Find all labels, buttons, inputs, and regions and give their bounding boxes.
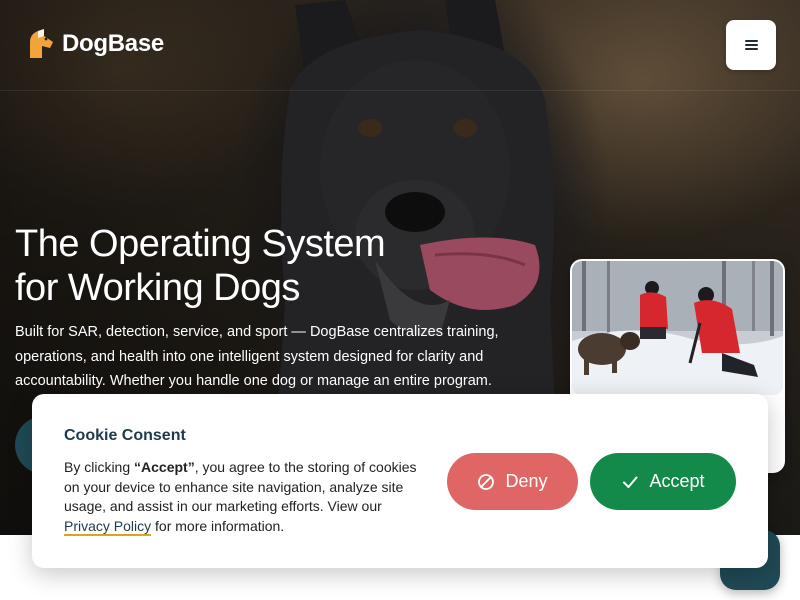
consent-text-suffix: for more information. <box>151 517 285 534</box>
check-icon <box>623 476 638 488</box>
cookie-consent-title: Cookie Consent <box>64 427 186 444</box>
ban-icon <box>478 473 495 490</box>
accept-button-label: Accept <box>649 471 705 491</box>
deny-button-label: Deny <box>505 471 548 491</box>
menu-button[interactable] <box>726 20 776 70</box>
cookie-consent-banner: Cookie Consent By clicking “Accept”, you… <box>32 394 768 568</box>
brand-name: DogBase <box>62 30 164 57</box>
consent-text-prefix: By clicking <box>64 459 135 475</box>
header-divider <box>0 90 800 91</box>
dog-head-icon <box>30 29 53 58</box>
privacy-policy-link[interactable]: Privacy Policy <box>64 517 152 536</box>
hero-subtext: Built for SAR, detection, service, and s… <box>15 324 499 389</box>
cookie-consent-text: By clicking “Accept”, you agree to the s… <box>64 458 424 536</box>
consent-text-accept-quote: “Accept” <box>134 459 195 475</box>
deny-button[interactable]: Deny <box>447 453 578 510</box>
hamburger-menu-icon <box>744 40 758 50</box>
logo[interactable]: DogBase <box>26 28 164 60</box>
hero-headline: The Operating System for Working Dogs <box>15 223 386 309</box>
accept-button[interactable]: Accept <box>590 453 736 510</box>
sar-snow-photo <box>572 261 783 395</box>
